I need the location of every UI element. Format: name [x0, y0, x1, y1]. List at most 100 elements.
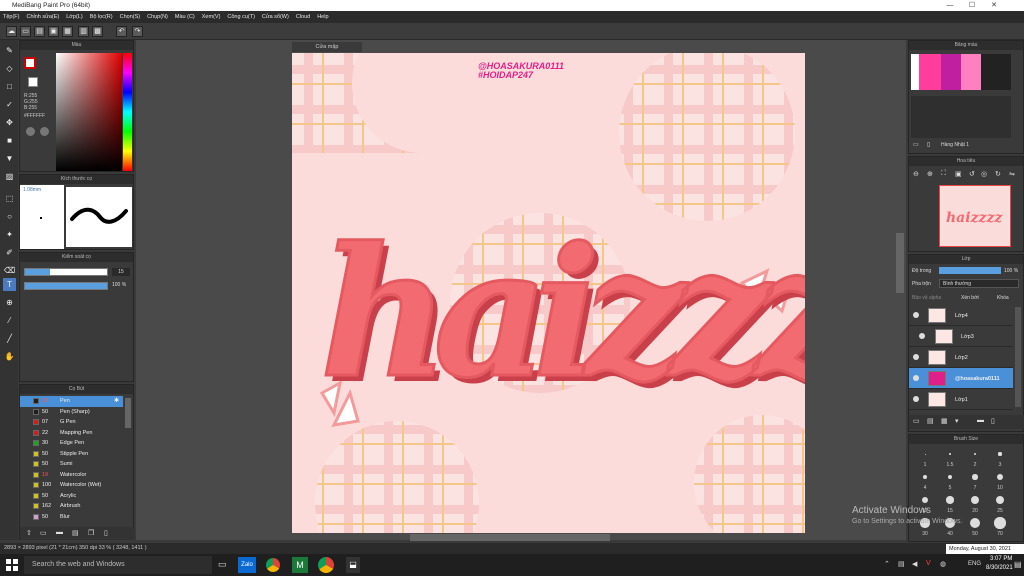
size-value[interactable]: 15 [112, 268, 130, 276]
brush-item[interactable]: 100 Watercolor (Wet) [20, 480, 123, 491]
brush-size-cell[interactable]: 20 [963, 493, 987, 515]
clock-date[interactable]: 8/30/2021 [986, 565, 1013, 571]
layer-folder-icon[interactable]: ▬ [977, 417, 984, 424]
protect-alpha-checkbox[interactable]: Bảo vệ alpha [912, 295, 941, 301]
palette-swatches[interactable] [911, 54, 1011, 90]
volume-icon[interactable]: ◀ [912, 560, 917, 568]
close-button[interactable]: ✕ [984, 1, 1004, 10]
brush-settings-gear-icon[interactable]: ✱ [114, 396, 119, 407]
canvas-vertical-scrollbar[interactable] [896, 233, 904, 293]
menu-view[interactable]: Xem(V) [202, 14, 221, 20]
menu-help[interactable]: Help [317, 14, 328, 20]
layer-opacity-slider[interactable] [939, 267, 1001, 274]
text-tool-icon[interactable]: T [3, 278, 16, 291]
tray-app-icon[interactable]: V [926, 560, 931, 567]
brush-item[interactable]: 50 Blur [20, 512, 123, 523]
brush-item[interactable]: 162 Airbrush [20, 501, 123, 512]
layer-row[interactable]: Lớp2 [909, 347, 1013, 368]
select-eraser-tool-icon[interactable]: ⌫ [3, 264, 16, 277]
navigator-preview[interactable]: haizzzz [939, 185, 1011, 247]
visibility-icon[interactable] [913, 312, 919, 318]
actual-size-icon[interactable]: ▣ [955, 170, 962, 178]
menu-window[interactable]: Cửa sổ(W) [262, 14, 289, 20]
brush-item[interactable]: 50 Pen (Sharp) [20, 407, 123, 418]
visibility-icon[interactable] [913, 396, 919, 402]
brush-size-cell[interactable]: 7 [963, 470, 987, 492]
hue-slider[interactable] [123, 53, 132, 171]
layer-row[interactable]: Lớp1 [909, 389, 1013, 410]
rotate-left-icon[interactable]: ↺ [969, 170, 975, 178]
canvas[interactable]: @HOASAKURA0111 #HOIDAP247 haizzzz haizzz… [292, 53, 805, 533]
delete-layer-icon[interactable]: ▯ [991, 417, 995, 425]
brush-item[interactable]: 19 Watercolor [20, 470, 123, 481]
canvas-horizontal-scrollbar[interactable] [410, 534, 610, 541]
gradient-tool-icon[interactable]: ▨ [3, 170, 16, 183]
brush-list-scrollbar[interactable] [125, 398, 131, 428]
chrome-icon[interactable] [266, 558, 280, 572]
clock-time[interactable]: 3:07 PM [990, 556, 1012, 562]
layer-scrollbar[interactable] [1015, 307, 1021, 407]
brush-item[interactable]: 50 Stipple Pen [20, 449, 123, 460]
eraser-tool-icon[interactable]: ◇ [3, 62, 16, 75]
app-icon[interactable]: ⬓ [346, 557, 360, 573]
secondary-color-swatch[interactable] [28, 77, 38, 87]
snap-icon[interactable]: ▥ [78, 26, 89, 37]
copy-brush-icon[interactable]: ❐ [88, 529, 94, 537]
brush-tool-icon[interactable]: ✎ [3, 44, 16, 57]
brush-size-cell[interactable]: 70 [988, 516, 1012, 538]
taskbar-search[interactable]: Search the web and Windows [24, 556, 212, 574]
brush-size-cell[interactable]: 3 [988, 447, 1012, 469]
grid-icon[interactable]: ▦ [62, 26, 73, 37]
brush-item[interactable]: 50 Sumi [20, 459, 123, 470]
operation-tool-icon[interactable]: ⊕ [3, 296, 16, 309]
menu-tools[interactable]: Công cụ(T) [227, 14, 255, 20]
brush-item[interactable]: 30 Edge Pen [20, 438, 123, 449]
brush-item[interactable]: 22 Mapping Pen [20, 428, 123, 439]
brush-item[interactable]: 50 Acrylic [20, 491, 123, 502]
brush-size-cell[interactable]: 50 [963, 516, 987, 538]
lock-checkbox[interactable]: Khóa [997, 295, 1009, 301]
menu-cloud[interactable]: Cloud [296, 14, 310, 20]
menu-color[interactable]: Màu (C) [175, 14, 195, 20]
brush-size-cell[interactable]: 15 [938, 493, 962, 515]
brush-size-cell[interactable]: 10 [988, 470, 1012, 492]
divide-tool-icon[interactable]: ╱ [3, 332, 16, 345]
blend-mode-select[interactable]: Bình thường [939, 279, 1019, 288]
saturation-value-field[interactable] [56, 53, 122, 171]
snap-grid-icon[interactable]: ▩ [92, 26, 103, 37]
rotate-right-icon[interactable]: ↻ [995, 170, 1001, 178]
visibility-icon[interactable] [913, 375, 919, 381]
add-brush-menu-icon[interactable]: ▭ [40, 529, 47, 537]
save-icon[interactable]: ▣ [48, 26, 59, 37]
zalo-icon[interactable]: Zalo [238, 557, 256, 573]
canvas-tab[interactable]: Cửa mập [292, 42, 362, 52]
zoom-in-icon[interactable]: ⊕ [927, 170, 933, 178]
brush-item[interactable]: 07 G Pen [20, 417, 123, 428]
network-icon[interactable]: ▤ [898, 560, 905, 568]
menu-select[interactable]: Chọn(S) [120, 14, 140, 20]
opacity-slider[interactable] [24, 282, 108, 290]
medibang-icon[interactable]: M [292, 557, 308, 573]
delete-brush-icon[interactable]: ▯ [104, 529, 108, 537]
primary-color-swatch[interactable] [24, 57, 36, 69]
folder-icon[interactable]: ▬ [56, 529, 63, 536]
move-tool-icon[interactable]: ✥ [3, 116, 16, 129]
new-halftone-layer-icon[interactable]: ▤ [927, 417, 934, 425]
layer-row-selected[interactable]: @hoasakura0111 [909, 368, 1013, 389]
chrome-window-icon[interactable] [318, 557, 334, 573]
magic-wand-tool-icon[interactable]: ✦ [3, 228, 16, 241]
flip-icon[interactable]: ⇋ [1009, 170, 1015, 178]
hand-tool-icon[interactable]: ✋ [3, 350, 16, 363]
brush-size-cell[interactable]: 25 [988, 493, 1012, 515]
brush-size-cell[interactable]: 2 [963, 447, 987, 469]
cloud-icon[interactable]: ☁ [6, 26, 17, 37]
fill-rect-tool-icon[interactable]: ■ [3, 134, 16, 147]
brush-item-pen[interactable]: 15 Pen ✱ [20, 396, 123, 407]
select-rect-tool-icon[interactable]: ⬚ [3, 192, 16, 205]
lasso-tool-icon[interactable]: ○ [3, 210, 16, 223]
fit-icon[interactable]: ⛶ [941, 170, 946, 178]
palette-picker-icon[interactable] [26, 127, 35, 136]
shape-tool-icon[interactable]: □ [3, 80, 16, 93]
windows-start-icon[interactable] [6, 559, 18, 571]
brush-size-cell[interactable]: 4 [913, 470, 937, 492]
